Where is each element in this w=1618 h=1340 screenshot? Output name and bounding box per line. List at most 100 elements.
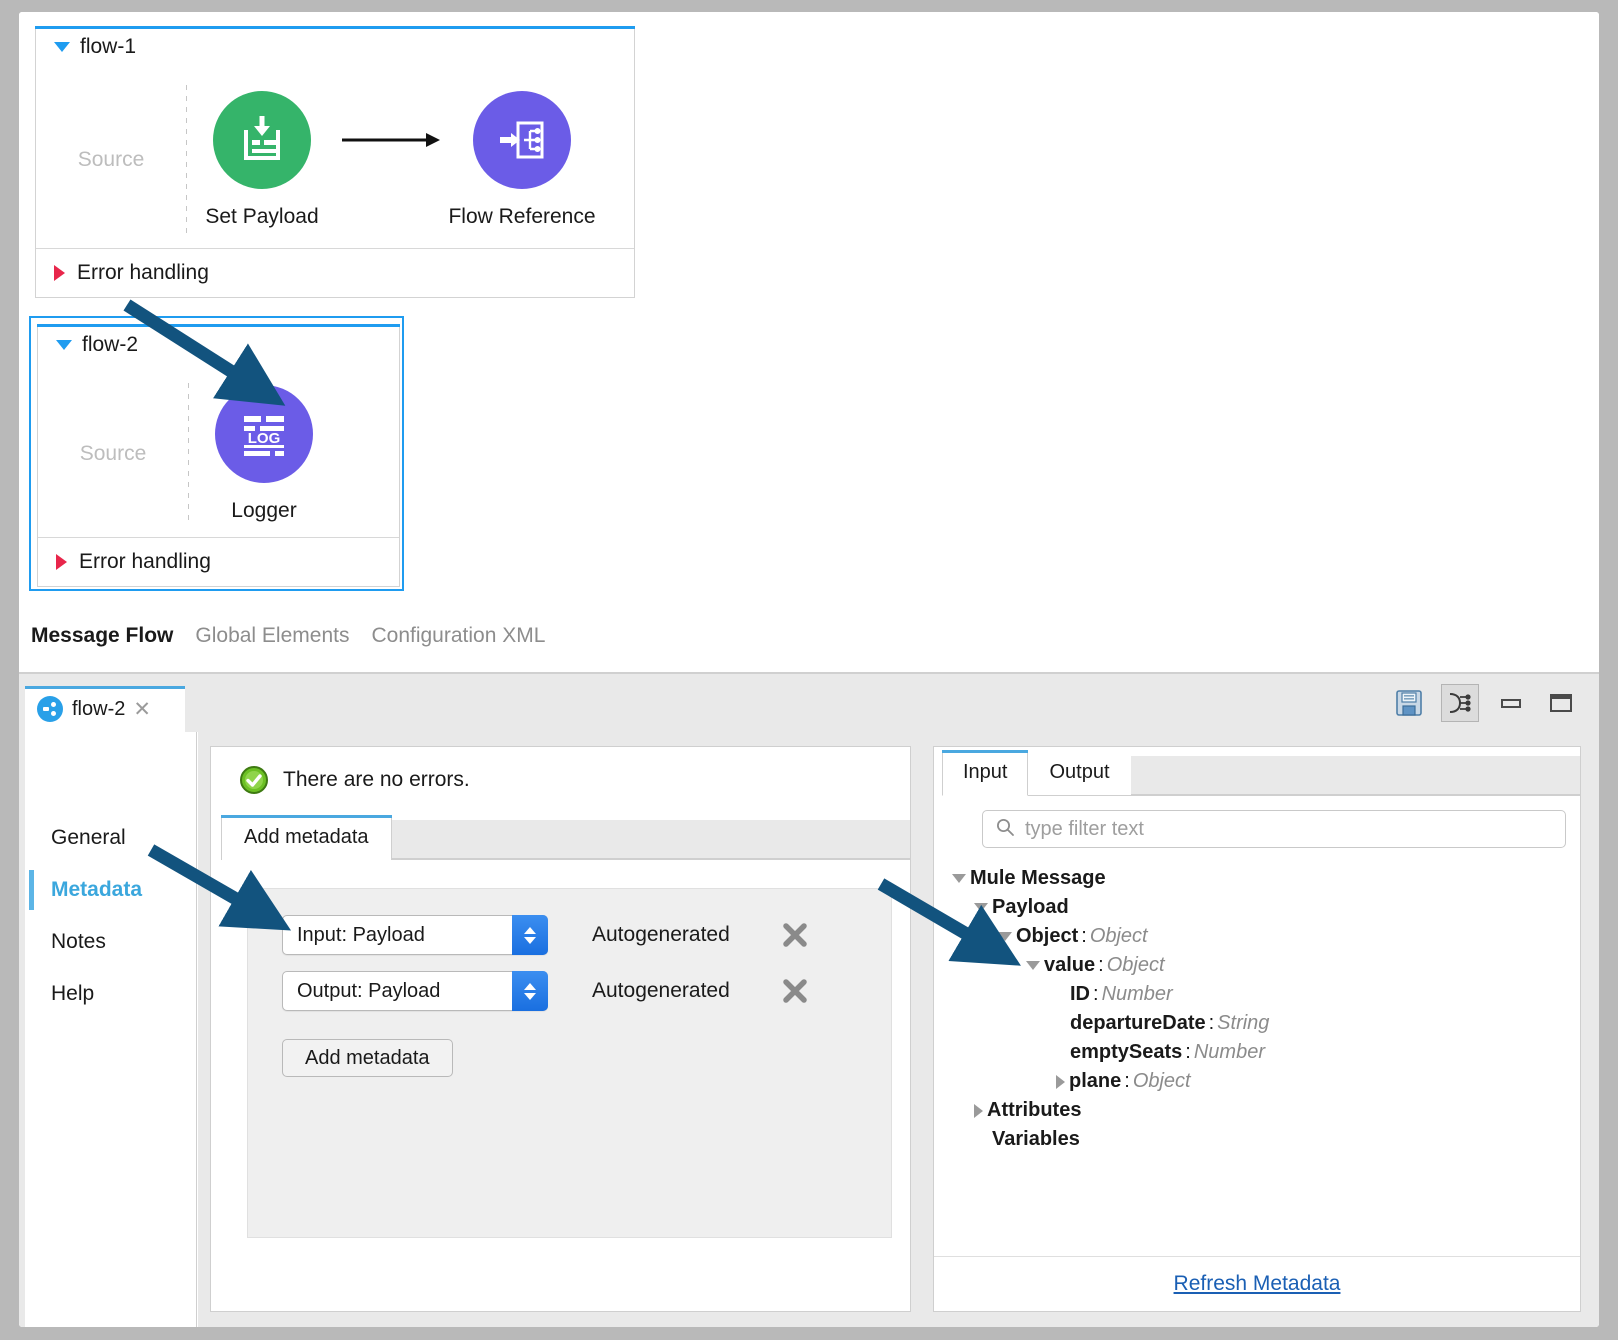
flow-name-label: flow-2 — [82, 333, 138, 357]
add-metadata-button[interactable]: Add metadata — [282, 1039, 453, 1077]
connector-arrow-icon — [337, 130, 447, 150]
editor-tab-bar[interactable]: Message Flow Global Elements Configurati… — [31, 624, 545, 648]
status-message: There are no errors. — [211, 747, 910, 795]
svg-text:LOG: LOG — [248, 430, 281, 447]
error-handling-row[interactable]: Error handling — [36, 248, 634, 297]
metadata-preview-box: Input Output — [933, 746, 1581, 1312]
tree-item-label: ID — [1070, 983, 1090, 1006]
metadata-state-label: Autogenerated — [592, 923, 730, 947]
status-text: There are no errors. — [283, 768, 470, 792]
chevron-down-icon[interactable] — [1026, 961, 1040, 970]
tree-item-id[interactable]: ID : Number — [952, 980, 1580, 1009]
tree-separator: : — [1209, 1012, 1215, 1035]
flow-box-flow-1[interactable]: flow-1 Source — [35, 26, 635, 298]
properties-sidebar[interactable]: General Metadata Notes Help — [25, 732, 197, 1327]
chevron-down-icon[interactable] — [974, 903, 988, 912]
tab-input[interactable]: Input — [942, 750, 1028, 796]
minimize-icon[interactable] — [1493, 685, 1529, 721]
flow-header[interactable]: flow-2 — [38, 325, 399, 365]
remove-x-icon[interactable] — [780, 920, 810, 950]
tab-add-metadata[interactable]: Add metadata — [221, 815, 392, 860]
tab-global-elements[interactable]: Global Elements — [195, 624, 349, 648]
tree-item-variables[interactable]: Variables — [952, 1125, 1580, 1154]
sidebar-item-notes[interactable]: Notes — [25, 916, 196, 968]
stepper-arrows-icon[interactable] — [512, 971, 548, 1011]
tree-separator: : — [1185, 1041, 1191, 1064]
metadata-tree[interactable]: Mule Message Payload Object : Object — [952, 864, 1580, 1154]
node-flow-reference[interactable]: Flow Reference — [447, 91, 597, 229]
node-logger[interactable]: LOG Logger — [189, 385, 339, 523]
tab-message-flow[interactable]: Message Flow — [31, 624, 173, 648]
expand-triangle-icon[interactable] — [56, 554, 67, 570]
tree-item-payload[interactable]: Payload — [952, 893, 1580, 922]
filter-placeholder: type filter text — [1025, 818, 1144, 841]
tree-item-label: Attributes — [987, 1099, 1081, 1122]
tree-item-emptyseats[interactable]: emptySeats : Number — [952, 1038, 1580, 1067]
properties-tab-flow-2[interactable]: flow-2 ✕ — [25, 686, 185, 732]
metadata-editor-pane: There are no errors. Add metadata Input: — [198, 732, 923, 1327]
chevron-down-icon[interactable] — [998, 932, 1012, 941]
flow-reference-icon[interactable] — [473, 91, 571, 189]
flow-box-flow-2[interactable]: flow-2 Source LOG — [37, 324, 400, 587]
search-icon — [995, 817, 1015, 842]
sidebar-item-help[interactable]: Help — [25, 968, 196, 1020]
collapse-triangle-icon[interactable] — [56, 340, 72, 350]
tree-item-type: Number — [1194, 1041, 1265, 1064]
tab-accent — [25, 686, 185, 689]
sidebar-item-general[interactable]: General — [25, 812, 196, 864]
tab-output[interactable]: Output — [1028, 750, 1130, 796]
maximize-icon[interactable] — [1543, 685, 1579, 721]
node-set-payload[interactable]: Set Payload — [187, 91, 337, 229]
link-metadata-icon[interactable] — [1441, 684, 1479, 722]
tree-item-plane[interactable]: plane : Object — [952, 1067, 1580, 1096]
error-handling-row[interactable]: Error handling — [38, 537, 399, 586]
chevron-right-icon[interactable] — [974, 1104, 983, 1118]
input-payload-select[interactable]: Input: Payload — [282, 915, 548, 955]
metadata-row: Input: Payload Autogenerated — [282, 915, 891, 955]
sidebar-item-label: Notes — [51, 930, 106, 954]
tree-separator: : — [1098, 954, 1104, 977]
success-check-icon — [239, 765, 269, 795]
flow-header[interactable]: flow-1 — [36, 27, 634, 67]
tree-item-type: Object — [1133, 1070, 1191, 1093]
tree-item-label: Variables — [992, 1128, 1080, 1151]
tree-item-value[interactable]: value : Object — [952, 951, 1580, 980]
tree-item-departuredate[interactable]: departureDate : String — [952, 1009, 1580, 1038]
tree-separator: : — [1093, 983, 1099, 1006]
filter-input[interactable]: type filter text — [982, 810, 1566, 848]
metadata-tab-row[interactable]: Add metadata — [221, 811, 910, 860]
tree-item-label: emptySeats — [1070, 1041, 1182, 1064]
chevron-right-icon[interactable] — [1056, 1075, 1065, 1089]
save-icon[interactable] — [1391, 685, 1427, 721]
sidebar-item-metadata[interactable]: Metadata — [25, 864, 196, 916]
remove-x-icon[interactable] — [780, 976, 810, 1006]
error-handling-label: Error handling — [79, 550, 211, 574]
expand-triangle-icon[interactable] — [54, 265, 65, 281]
stepper-arrows-icon[interactable] — [512, 915, 548, 955]
logger-icon[interactable]: LOG — [215, 385, 313, 483]
io-tab-row[interactable]: Input Output — [942, 747, 1580, 796]
refresh-metadata-link[interactable]: Refresh Metadata — [1174, 1272, 1341, 1296]
set-payload-icon[interactable] — [213, 91, 311, 189]
chevron-down-icon[interactable] — [952, 874, 966, 883]
add-metadata-button-label: Add metadata — [305, 1047, 430, 1070]
tree-item-mule-message[interactable]: Mule Message — [952, 864, 1580, 893]
tree-item-object[interactable]: Object : Object — [952, 922, 1580, 951]
message-flow-canvas[interactable]: flow-1 Source — [19, 12, 1599, 672]
tab-accent — [942, 750, 1028, 753]
source-placeholder-label: Source — [38, 442, 188, 466]
close-icon[interactable]: ✕ — [133, 699, 151, 720]
properties-toolbar[interactable] — [1391, 684, 1579, 722]
tree-separator: : — [1081, 925, 1087, 948]
properties-tab-label: flow-2 — [72, 698, 125, 721]
tree-item-attributes[interactable]: Attributes — [952, 1096, 1580, 1125]
collapse-triangle-icon[interactable] — [54, 42, 70, 52]
tree-item-type: Number — [1102, 983, 1173, 1006]
sidebar-item-label: General — [51, 826, 126, 850]
tree-item-type: Object — [1107, 954, 1165, 977]
node-label: Set Payload — [205, 205, 318, 229]
tab-label: Output — [1049, 761, 1109, 783]
tab-configuration-xml[interactable]: Configuration XML — [371, 624, 545, 648]
output-payload-select[interactable]: Output: Payload — [282, 971, 548, 1011]
tree-item-label: value — [1044, 954, 1095, 977]
